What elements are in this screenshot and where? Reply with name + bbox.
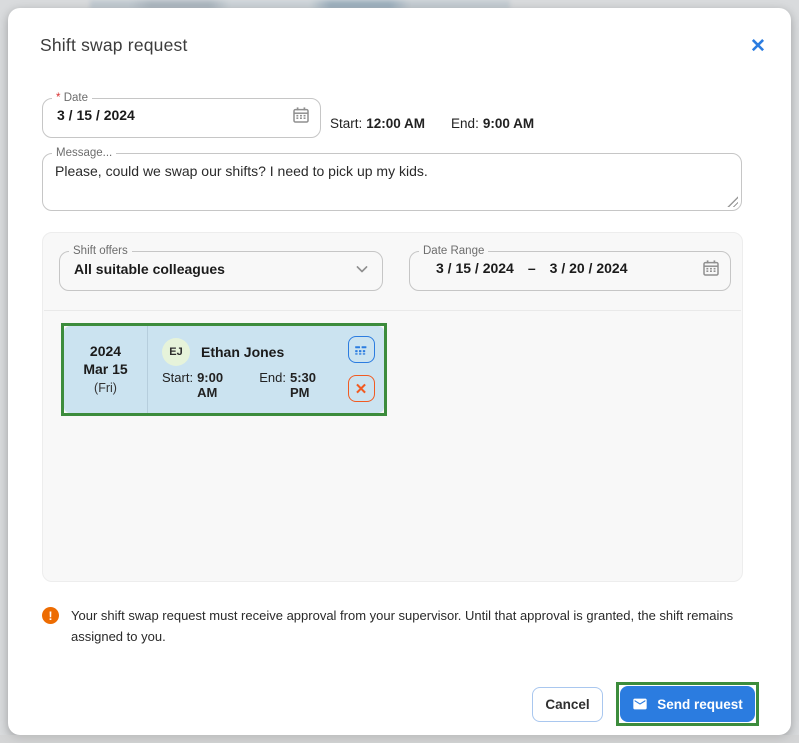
date-field-value[interactable]: 3 / 15 / 2024 [57, 107, 135, 123]
card-start-label: Start: [162, 370, 193, 400]
shift-card-times: Start: 9:00 AM End: 5:30 PM [162, 370, 334, 400]
start-value: 12:00 AM [366, 116, 425, 131]
date-field-label: * Date [52, 93, 92, 105]
envelope-icon [632, 696, 648, 712]
message-field[interactable]: Message... Please, could we swap our shi… [42, 148, 742, 211]
card-start-value: 9:00 AM [197, 370, 241, 400]
chevron-down-icon[interactable] [352, 259, 372, 279]
panel-divider [44, 310, 741, 311]
date-range-start[interactable]: 3 / 15 / 2024 [436, 260, 514, 276]
warning-icon: ! [42, 607, 59, 624]
shift-offers-label: Shift offers [69, 246, 132, 258]
dialog-title: Shift swap request [40, 35, 188, 56]
view-schedule-button[interactable] [348, 336, 375, 363]
card-end-label: End: [259, 370, 286, 400]
end-value: 9:00 AM [483, 116, 534, 131]
calendar-icon[interactable] [292, 106, 310, 124]
shift-offers-value: All suitable colleagues [74, 261, 225, 277]
start-label: Start: [330, 116, 362, 131]
calendar-icon[interactable] [702, 259, 720, 277]
send-request-label: Send request [657, 697, 743, 712]
shift-date: Mar 15 [83, 360, 127, 379]
date-range-separator: – [528, 260, 536, 276]
message-field-value[interactable]: Please, could we swap our shifts? I need… [43, 160, 741, 181]
shift-year: 2024 [90, 342, 121, 361]
shift-card-annotation: 2024 Mar 15 (Fri) EJ Ethan Jones Start: … [61, 323, 387, 416]
schedule-grid-icon [354, 343, 368, 357]
textarea-resize-handle[interactable] [726, 195, 738, 207]
send-button-annotation: Send request [616, 682, 759, 726]
card-end-value: 5:30 PM [290, 370, 334, 400]
date-field[interactable]: * Date 3 / 15 / 2024 [42, 93, 321, 138]
avatar: EJ [162, 338, 190, 366]
shift-card-date-block: 2024 Mar 15 (Fri) [64, 326, 148, 413]
shift-time-summary: Start: 12:00 AM End: 9:00 AM [330, 108, 534, 138]
approval-warning: ! Your shift swap request must receive a… [42, 605, 744, 647]
shift-card-main: EJ Ethan Jones Start: 9:00 AM End: 5:30 … [148, 326, 338, 413]
shift-weekday: (Fri) [94, 379, 117, 398]
shift-offers-panel: Shift offers All suitable colleagues Dat… [42, 232, 743, 582]
warning-text: Your shift swap request must receive app… [71, 605, 744, 647]
close-icon[interactable]: ✕ [745, 34, 771, 60]
date-range-field[interactable]: Date Range 3 / 15 / 2024 – 3 / 20 / 2024 [409, 246, 731, 291]
date-range-label: Date Range [419, 246, 488, 258]
shift-swap-dialog: Shift swap request ✕ * Date 3 / 15 / 202… [8, 8, 791, 735]
send-request-button[interactable]: Send request [620, 686, 755, 722]
shift-offers-select[interactable]: Shift offers All suitable colleagues [59, 246, 383, 291]
colleague-name: Ethan Jones [201, 344, 284, 360]
remove-x-icon: ✕ [355, 380, 368, 398]
end-label: End: [451, 116, 479, 131]
date-range-end[interactable]: 3 / 20 / 2024 [550, 260, 628, 276]
required-asterisk: * [56, 92, 60, 104]
remove-offer-button[interactable]: ✕ [348, 375, 375, 402]
message-field-label: Message... [52, 148, 116, 160]
shift-offer-card[interactable]: 2024 Mar 15 (Fri) EJ Ethan Jones Start: … [64, 326, 384, 413]
background-bottom-strip [0, 735, 799, 743]
cancel-button[interactable]: Cancel [532, 687, 603, 722]
